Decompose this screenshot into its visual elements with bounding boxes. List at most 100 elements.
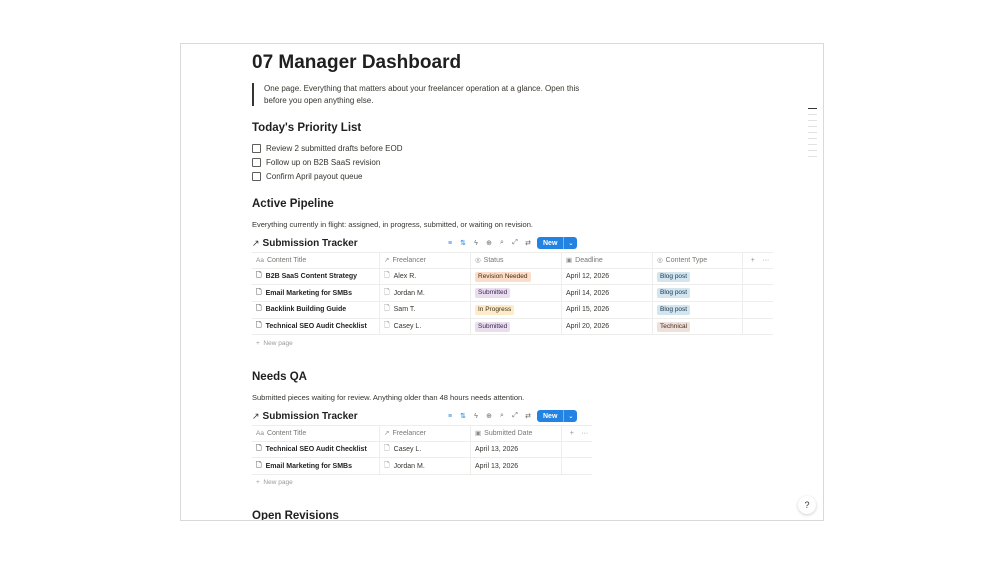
column-label: Submitted Date	[484, 429, 533, 437]
status-cell[interactable]: In Progress	[471, 302, 562, 318]
filter-icon[interactable]: ≡	[446, 240, 454, 247]
toc-line[interactable]	[808, 144, 817, 145]
toc-line[interactable]	[808, 156, 817, 157]
search-icon[interactable]: ⌕	[498, 239, 506, 247]
pipeline-db-title[interactable]: ↗ Submission Tracker	[252, 238, 358, 249]
deadline-cell[interactable]: April 14, 2026	[562, 285, 653, 302]
settings-icon[interactable]: ⇄	[524, 239, 532, 247]
qa-db-title[interactable]: ↗ Submission Tracker	[252, 411, 358, 422]
expand-icon[interactable]: ⤢	[511, 239, 519, 247]
table-row[interactable]: 🗋 Email Marketing for SMBs 🗋 Jordan M. Apr…	[252, 458, 592, 476]
status-cell[interactable]: Submitted	[471, 285, 562, 302]
column-header[interactable]: ↗ Freelancer	[380, 253, 471, 268]
submitted-cell[interactable]: April 13, 2026	[471, 458, 562, 475]
column-header[interactable]: ↗ Freelancer	[380, 426, 471, 441]
toc-line[interactable]	[808, 138, 817, 139]
todo-item[interactable]: Confirm April payout queue	[252, 170, 363, 182]
cell-text: Jordan M.	[393, 462, 425, 470]
toc-line[interactable]	[808, 126, 817, 127]
automation-icon[interactable]: ϟ	[472, 413, 480, 420]
add-column-icon[interactable]: +	[570, 430, 574, 437]
column-header[interactable]: Aa Content Title	[252, 426, 380, 441]
more-icon[interactable]: ···	[762, 257, 769, 264]
type-badge: Blog post	[657, 288, 691, 299]
table-row[interactable]: 🗋 Technical SEO Audit Checklist 🗋 Casey L.…	[252, 441, 592, 459]
table-row[interactable]: 🗋 Email Marketing for SMBs 🗋 Jordan M. Sub…	[252, 285, 773, 303]
new-page-row[interactable]: + New page	[256, 340, 293, 347]
deadline-cell[interactable]: April 12, 2026	[562, 268, 653, 285]
chevron-down-icon[interactable]: ⌄	[563, 237, 577, 249]
status-cell[interactable]: Submitted	[471, 318, 562, 335]
more-icon[interactable]: ···	[581, 430, 588, 437]
sort-icon[interactable]: ⇅	[459, 239, 467, 247]
table-row[interactable]: 🗋 Technical SEO Audit Checklist 🗋 Casey L.…	[252, 318, 773, 336]
freelancer-cell[interactable]: 🗋 Alex R.	[380, 268, 471, 285]
relation-icon: ↗	[384, 430, 390, 438]
help-icon[interactable]: ?	[798, 496, 816, 514]
toc-line[interactable]	[808, 132, 817, 133]
cell-text: April 20, 2026	[566, 323, 610, 331]
add-column-icon[interactable]: +	[751, 257, 755, 264]
table-of-contents[interactable]	[808, 108, 817, 162]
zoom-icon[interactable]: ⊕	[485, 412, 493, 420]
freelancer-cell[interactable]: 🗋 Jordan M.	[380, 285, 471, 302]
cell-text: Email Marketing for SMBs	[265, 289, 352, 297]
checkbox[interactable]	[252, 171, 261, 181]
freelancer-cell[interactable]: 🗋 Casey L.	[380, 318, 471, 335]
title-cell[interactable]: 🗋 Technical SEO Audit Checklist	[252, 318, 380, 335]
page-icon: 🗋	[384, 445, 390, 453]
status-cell[interactable]: Revision Needed	[471, 268, 562, 285]
title-cell[interactable]: 🗋 B2B SaaS Content Strategy	[252, 268, 380, 285]
sort-icon[interactable]: ⇅	[459, 412, 467, 420]
page-icon: 🗋	[384, 461, 390, 469]
new-button[interactable]: New ⌄	[537, 237, 578, 249]
column-header[interactable]: ◎ Content Type	[653, 253, 743, 268]
freelancer-cell[interactable]: 🗋 Casey L.	[380, 441, 471, 458]
table-row[interactable]: 🗋 B2B SaaS Content Strategy 🗋 Alex R. Revi…	[252, 268, 773, 286]
column-header[interactable]: ▣ Submitted Date	[471, 426, 562, 441]
title-cell[interactable]: 🗋 Email Marketing for SMBs	[252, 285, 380, 302]
type-cell[interactable]: Blog post	[653, 302, 743, 318]
empty-cell	[562, 442, 592, 458]
title-cell[interactable]: 🗋 Backlink Building Guide	[252, 302, 380, 318]
status-badge: Submitted	[475, 321, 511, 332]
todo-item[interactable]: Review 2 submitted drafts before EOD	[252, 142, 403, 154]
column-header[interactable]: Aa Content Title	[252, 253, 380, 268]
cell-text: Jordan M.	[393, 289, 425, 297]
title-cell[interactable]: 🗋 Technical SEO Audit Checklist	[252, 441, 380, 458]
deadline-cell[interactable]: April 20, 2026	[562, 318, 653, 335]
chevron-down-icon[interactable]: ⌄	[563, 410, 577, 422]
settings-icon[interactable]: ⇄	[524, 412, 532, 420]
column-header[interactable]: ◎ Status	[471, 253, 562, 268]
page-title: 07 Manager Dashboard	[252, 52, 462, 73]
new-button[interactable]: New ⌄	[537, 410, 578, 422]
expand-icon[interactable]: ⤢	[511, 412, 519, 420]
column-label: Content Title	[266, 256, 307, 264]
type-cell[interactable]: Technical	[653, 318, 743, 335]
freelancer-cell[interactable]: 🗋 Sam T.	[380, 302, 471, 318]
title-cell[interactable]: 🗋 Email Marketing for SMBs	[252, 458, 380, 475]
column-header[interactable]: ▣ Deadline	[562, 253, 653, 268]
filter-icon[interactable]: ≡	[446, 413, 454, 420]
checkbox[interactable]	[252, 157, 261, 167]
submitted-cell[interactable]: April 13, 2026	[471, 441, 562, 458]
pipeline-db-header: ↗ Submission Tracker ≡ ⇅ ϟ ⊕ ⌕ ⤢ ⇄ New ⌄	[252, 236, 772, 250]
checkbox[interactable]	[252, 143, 261, 153]
new-page-row[interactable]: + New page	[256, 479, 293, 486]
type-cell[interactable]: Blog post	[653, 268, 743, 285]
toc-line[interactable]	[808, 114, 817, 115]
search-icon[interactable]: ⌕	[498, 412, 506, 420]
freelancer-cell[interactable]: 🗋 Jordan M.	[380, 458, 471, 475]
toc-line[interactable]	[808, 150, 817, 151]
automation-icon[interactable]: ϟ	[472, 240, 480, 247]
table-row[interactable]: 🗋 Backlink Building Guide 🗋 Sam T. In Prog…	[252, 302, 773, 319]
toc-line[interactable]	[808, 108, 817, 109]
zoom-icon[interactable]: ⊕	[485, 239, 493, 247]
todo-item[interactable]: Follow up on B2B SaaS revision	[252, 156, 380, 168]
type-cell[interactable]: Blog post	[653, 285, 743, 302]
deadline-cell[interactable]: April 15, 2026	[562, 302, 653, 318]
toc-line[interactable]	[808, 120, 817, 121]
intro-quote: One page. Everything that matters about …	[252, 83, 584, 106]
empty-cell	[743, 319, 773, 335]
calendar-icon: ▣	[566, 257, 573, 265]
